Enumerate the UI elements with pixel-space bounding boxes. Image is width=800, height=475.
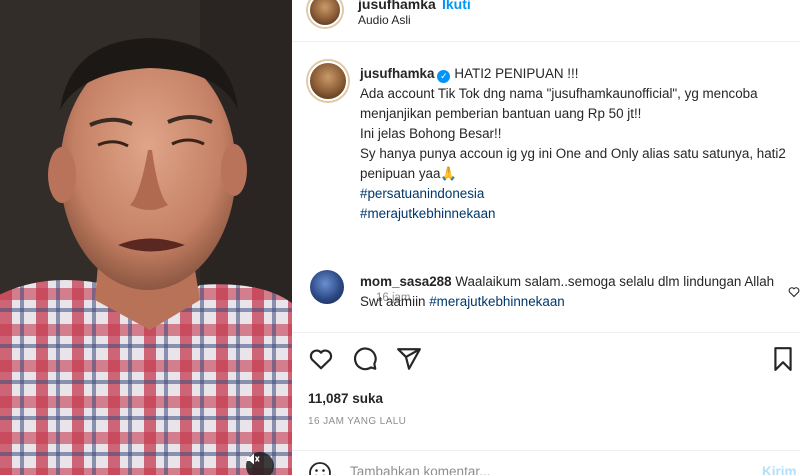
comment-icon[interactable] [352,346,378,372]
add-comment-bar: Kirim [292,450,800,475]
follow-button[interactable]: Ikuti [442,0,471,12]
header-username[interactable]: jusufhamka [358,0,436,12]
action-bar [308,346,800,372]
caption-line: Sy hanya punya accoun ig yg ini One and … [360,146,786,181]
post-comment-button[interactable]: Kirim [762,464,797,475]
comment-avatar[interactable] [310,270,344,304]
comment-author[interactable]: mom_sasa288 [360,274,452,289]
post-panel: jusufhamka Ikuti Audio Asli jusufhamka ✓ H… [292,0,800,475]
post-header: jusufhamka Ikuti Audio Asli [292,0,800,42]
comment-input[interactable] [350,460,730,475]
likes-count[interactable]: 11,087 suka [308,391,383,406]
divider [292,332,800,333]
video-player[interactable] [0,0,292,475]
emoji-icon[interactable] [308,461,332,475]
speaker-muted-icon [247,453,260,465]
caption-line: Ada account Tik Tok dng nama "jusufhamka… [360,86,758,121]
caption-line: Ini jelas Bohong Besar!! [360,126,502,141]
share-icon[interactable] [396,346,422,372]
comment-like-heart-icon[interactable] [788,286,800,298]
caption-author[interactable]: jusufhamka [360,66,434,81]
hashtag-link[interactable]: #merajutkebhinnekaan [429,294,565,309]
mute-button[interactable] [246,452,274,475]
bookmark-icon[interactable] [770,346,796,372]
avatar[interactable] [308,0,342,27]
caption-avatar[interactable] [308,61,348,101]
hashtag-link[interactable]: #merajutkebhinnekaan [360,204,800,224]
post-time-ago: 16 JAM YANG LALU [308,416,407,427]
comment-text: mom_sasa288 Waalaikum salam..semoga sela… [360,272,780,312]
caption-text: jusufhamka ✓ HATI2 PENIPUAN !!! Ada accoun… [360,64,800,224]
heart-icon[interactable] [308,346,334,372]
caption-line: HATI2 PENIPUAN !!! [454,66,579,81]
hashtag-link[interactable]: #persatuanindonesia [360,184,800,204]
video-frame [0,0,292,475]
audio-label[interactable]: Audio Asli [358,13,411,27]
verified-badge-icon: ✓ [437,69,451,83]
